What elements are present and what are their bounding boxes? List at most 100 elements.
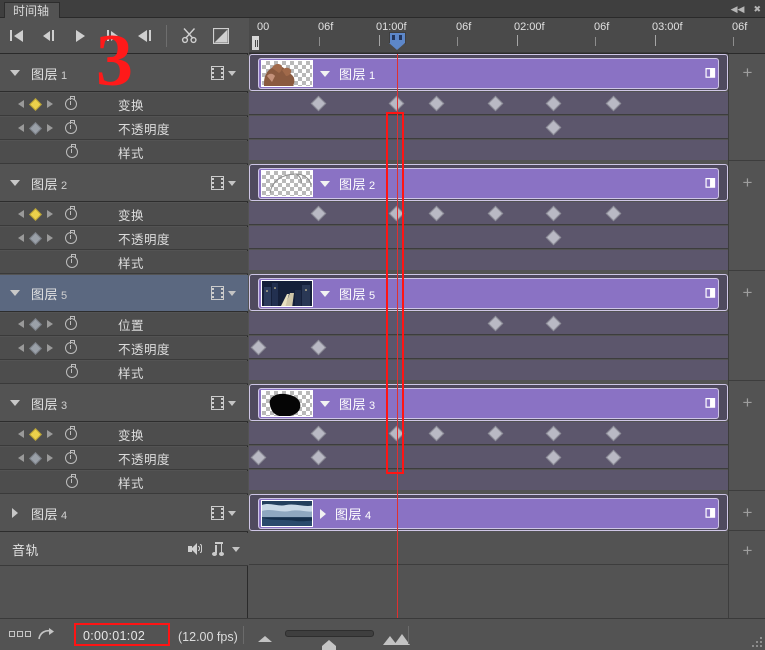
caret-down-icon[interactable] [320,70,330,77]
step-forward-icon[interactable] [96,19,128,53]
zoom-out-icon[interactable] [258,636,272,642]
prev-keyframe-icon[interactable] [18,320,24,328]
zoom-slider-track[interactable] [285,630,374,637]
stopwatch-icon[interactable] [66,254,78,268]
caret-down-icon[interactable] [320,180,330,187]
keyframe-nav[interactable] [18,97,53,111]
property-row-opacity-3[interactable]: 不透明度 [0,447,248,470]
stopwatch-icon[interactable] [65,450,77,464]
caret-down-icon[interactable] [320,290,330,297]
keyframe[interactable] [310,425,327,442]
collapse-icon[interactable]: ◀◀ [731,4,745,14]
keyframe-nav[interactable] [18,451,53,465]
keyframe-nav[interactable] [18,317,53,331]
frames-grid-icon[interactable] [9,631,31,637]
add-button[interactable]: + [729,504,765,521]
chevron-down-icon[interactable] [228,291,236,296]
keyframe[interactable] [487,315,504,332]
keyframe[interactable] [545,315,562,332]
chevron-down-icon[interactable] [228,401,236,406]
playhead-line[interactable] [397,54,398,618]
prev-keyframe-icon[interactable] [18,210,24,218]
prev-keyframe-icon[interactable] [18,234,24,242]
stopwatch-icon[interactable] [66,364,78,378]
speaker-icon[interactable] [188,543,202,555]
stopwatch-icon[interactable] [65,206,77,220]
caret-down-icon[interactable] [8,290,21,296]
keyframe-track-opacity-3[interactable] [249,446,728,469]
property-row-transform-3[interactable]: 变换 [0,423,248,446]
keyframe[interactable] [487,425,504,442]
keyframe[interactable] [310,339,327,356]
keyframe[interactable] [428,205,445,222]
layer-header-layer-4[interactable]: 图层 4 [0,495,248,532]
clip-end-handle[interactable]: ◨ [705,285,716,299]
next-keyframe-icon[interactable] [47,210,53,218]
property-row-style-3[interactable]: 样式 [0,471,248,494]
clip-track-layer-2[interactable]: 图层 2 ◨ [249,164,728,201]
keyframe[interactable] [310,95,327,112]
clip-track-layer-4[interactable]: 图层 4 ◨ [249,494,728,531]
resize-grip[interactable] [752,637,762,647]
playhead-marker[interactable] [389,32,406,50]
property-row-position-5[interactable]: 位置 [0,313,248,336]
keyframe[interactable] [545,119,562,136]
tab-timeline[interactable]: 时间轴 [4,2,61,18]
caret-right-icon[interactable] [8,508,21,518]
property-row-style-5[interactable]: 样式 [0,361,248,384]
clip-layer-4[interactable]: 图层 4 ◨ [258,498,719,529]
clip-layer-2[interactable]: 图层 2 ◨ [258,168,719,199]
keyframe-toggle-icon[interactable] [29,231,42,245]
play-icon[interactable] [64,19,96,53]
property-row-transform-2[interactable]: 变换 [0,203,248,226]
add-button[interactable]: + [729,284,765,301]
caret-down-icon[interactable] [8,180,21,186]
zoom-in-icon[interactable] [383,631,411,645]
chevron-down-icon[interactable] [228,181,236,186]
scissors-icon[interactable] [173,19,205,53]
prev-keyframe-icon[interactable] [18,454,24,462]
keyframe-track-transform-2[interactable] [249,202,728,225]
property-row-style-1[interactable]: 样式 [0,141,248,164]
property-row-transform-1[interactable]: 变换 [0,93,248,116]
prev-keyframe-icon[interactable] [18,124,24,132]
caret-right-icon[interactable] [320,508,326,519]
clip-track-layer-3[interactable]: 图层 3 ◨ [249,384,728,421]
keyframe[interactable] [310,205,327,222]
keyframe[interactable] [545,449,562,466]
keyframe[interactable] [545,95,562,112]
time-ruler[interactable]: 00 06f 01:00f 06f 02:00f 06f 03:00f 06f [249,18,765,54]
prev-keyframe-icon[interactable] [18,430,24,438]
property-row-style-2[interactable]: 样式 [0,251,248,274]
keyframe-track-position-5[interactable] [249,312,728,335]
clip-end-handle[interactable]: ◨ [705,175,716,189]
keyframe[interactable] [545,205,562,222]
stopwatch-icon[interactable] [65,120,77,134]
stopwatch-icon[interactable] [65,426,77,440]
keyframe-nav[interactable] [18,121,53,135]
keyframe[interactable] [605,205,622,222]
keyframe[interactable] [487,95,504,112]
keyframe-nav[interactable] [18,341,53,355]
stopwatch-icon[interactable] [65,316,77,330]
music-note-icon[interactable] [212,542,224,556]
clip-layer-1[interactable]: 图层 1 ◨ [258,58,719,89]
stopwatch-icon[interactable] [65,96,77,110]
film-strip-icon[interactable] [211,396,224,410]
film-strip-icon[interactable] [211,176,224,190]
keyframe[interactable] [428,425,445,442]
keyframe-toggle-icon[interactable] [29,427,42,441]
next-keyframe-icon[interactable] [47,454,53,462]
keyframe[interactable] [605,449,622,466]
keyframe-nav[interactable] [18,427,53,441]
stopwatch-icon[interactable] [66,144,78,158]
work-area-start-handle[interactable] [251,35,260,51]
chevron-down-icon[interactable] [228,511,236,516]
chevron-down-icon[interactable] [228,71,236,76]
next-keyframe-icon[interactable] [47,124,53,132]
keyframe-toggle-icon[interactable] [29,317,42,331]
transition-icon[interactable] [205,19,237,53]
caret-down-icon[interactable] [320,400,330,407]
next-keyframe-icon[interactable] [47,234,53,242]
close-icon[interactable]: ✖ [753,4,761,14]
